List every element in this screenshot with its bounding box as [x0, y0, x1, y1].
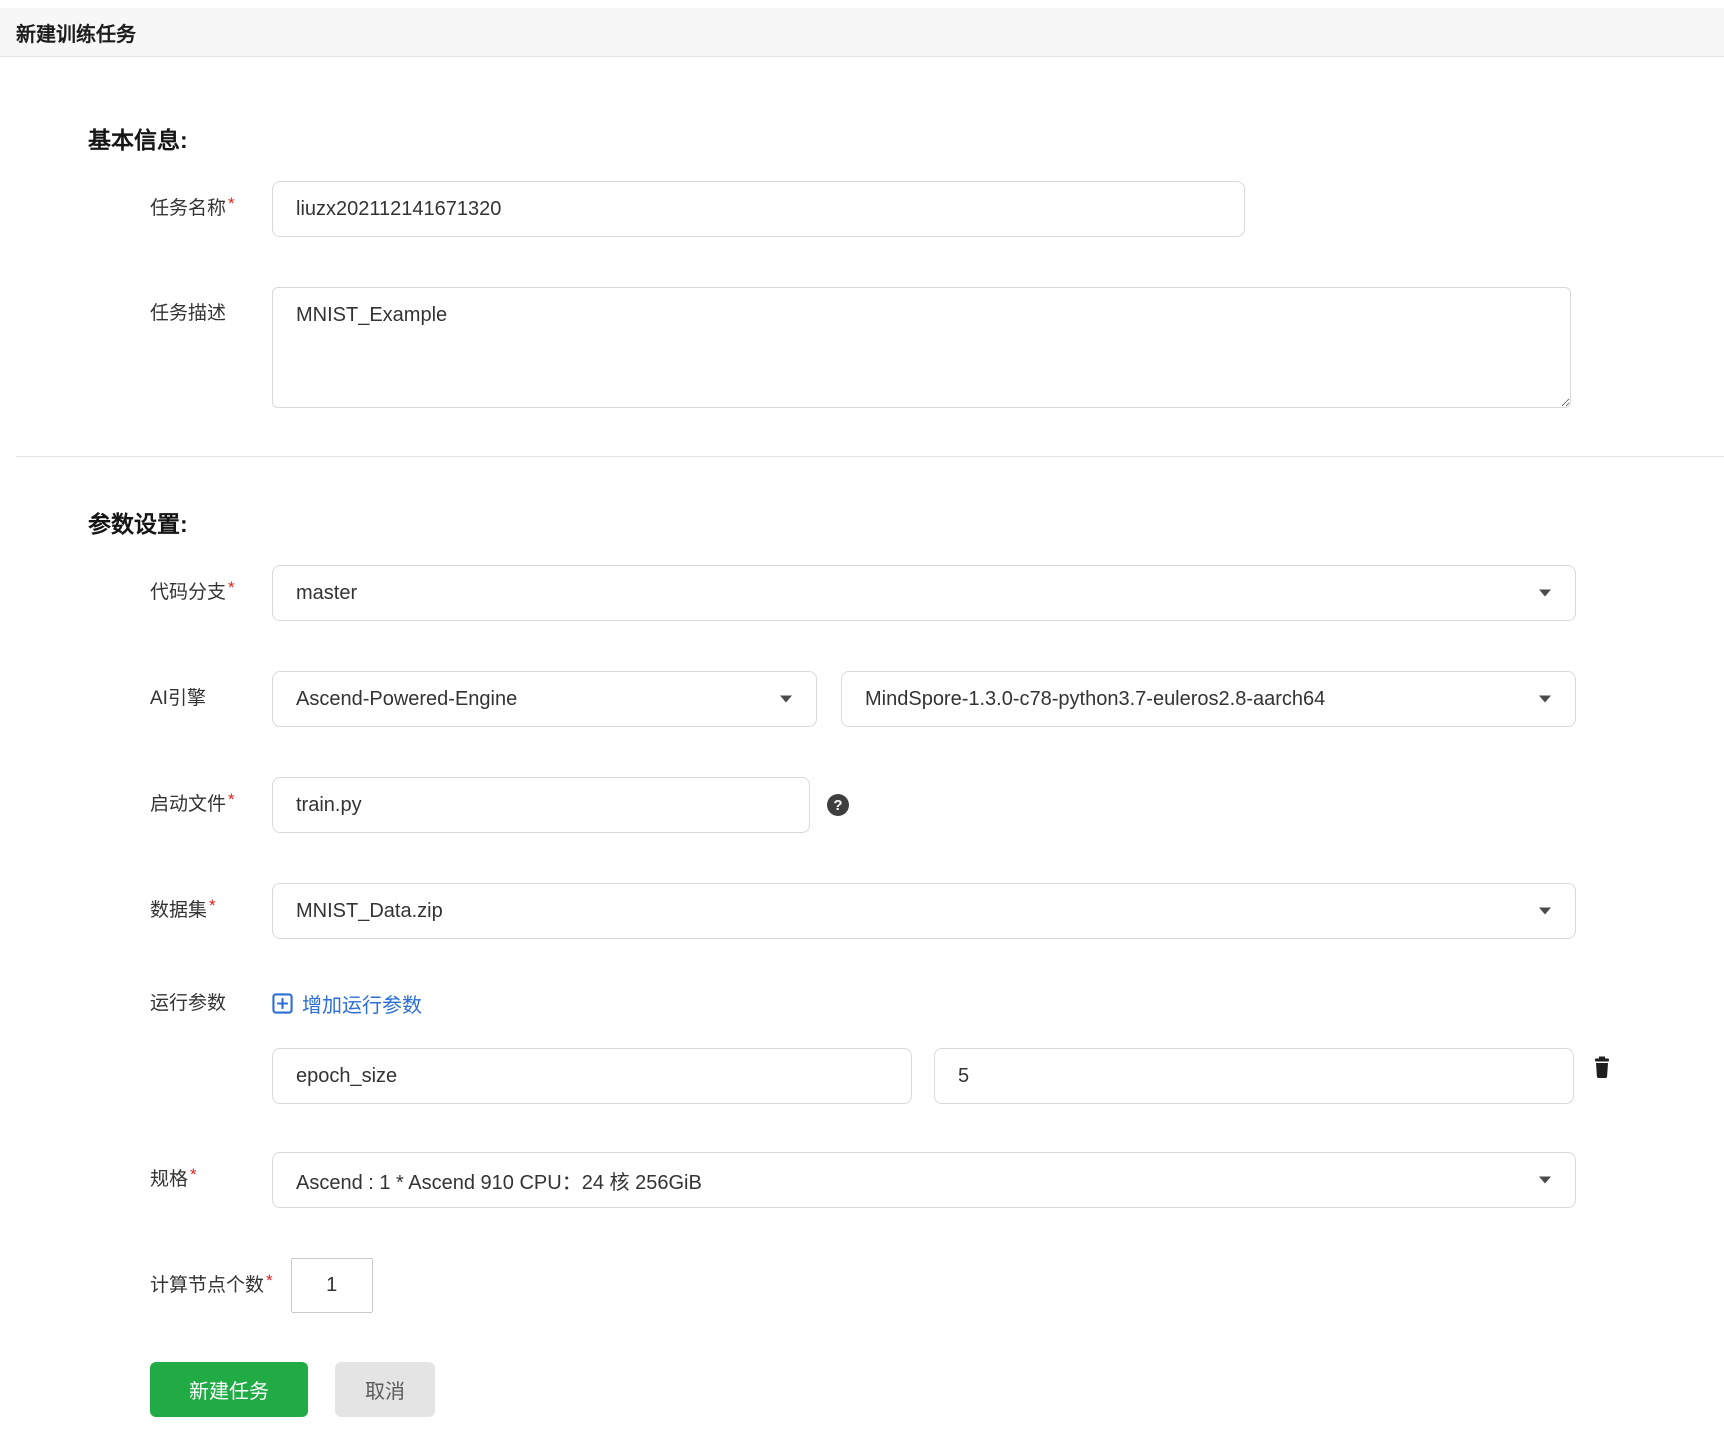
- spec-value: Ascend : 1 * Ascend 910 CPU：24 核 256GiB: [296, 1171, 702, 1194]
- trash-icon: [1595, 1056, 1609, 1078]
- task-name-label: 任务名称 *: [150, 194, 235, 220]
- section-title-basic: 基本信息:: [88, 127, 188, 153]
- dataset-select[interactable]: MNIST_Data.zip: [272, 883, 1576, 939]
- task-name-input[interactable]: [272, 181, 1245, 237]
- form-actions: 新建任务 取消: [150, 1362, 1724, 1417]
- create-task-button[interactable]: 新建任务: [150, 1362, 308, 1417]
- engine-version-select[interactable]: MindSpore-1.3.0-c78-python3.7-euleros2.8…: [841, 671, 1576, 727]
- run-args-label: 运行参数: [150, 992, 227, 1014]
- cancel-button[interactable]: 取消: [335, 1362, 435, 1417]
- required-asterisk: *: [228, 578, 235, 598]
- dataset-label: 数据集 *: [150, 896, 216, 922]
- task-desc-textarea[interactable]: MNIST_Example: [272, 287, 1571, 408]
- chevron-down-icon: [1539, 589, 1551, 597]
- help-icon[interactable]: ?: [827, 794, 849, 816]
- required-asterisk: *: [228, 790, 235, 810]
- code-branch-select[interactable]: master: [272, 565, 1576, 621]
- run-arg-value-input[interactable]: [934, 1048, 1574, 1104]
- ai-engine-value: Ascend-Powered-Engine: [296, 687, 518, 710]
- boot-file-row: 启动文件* ?: [150, 777, 1724, 833]
- page-title: 新建训练任务: [16, 23, 136, 46]
- dataset-value: MNIST_Data.zip: [296, 899, 443, 922]
- run-args-row: 运行参数 增加运行参数: [150, 989, 1724, 1018]
- task-desc-row: 任务描述 MNIST_Example: [150, 287, 1724, 408]
- engine-version-value: MindSpore-1.3.0-c78-python3.7-euleros2.8…: [865, 687, 1326, 710]
- boot-file-label: 启动文件 *: [150, 790, 235, 816]
- section-title-params: 参数设置:: [88, 511, 188, 537]
- node-count-label: 计算节点个数 *: [150, 1270, 273, 1296]
- code-branch-value: master: [296, 581, 358, 604]
- node-count-input[interactable]: [290, 1258, 373, 1313]
- run-arg-key-input[interactable]: [272, 1048, 912, 1104]
- spec-label: 规格 *: [150, 1165, 197, 1191]
- chevron-down-icon: [780, 695, 792, 703]
- code-branch-label: 代码分支 *: [150, 578, 235, 604]
- add-run-arg-button[interactable]: 增加运行参数: [272, 989, 422, 1018]
- boot-file-input[interactable]: [272, 777, 810, 833]
- add-run-arg-label: 增加运行参数: [302, 995, 422, 1017]
- required-asterisk: *: [228, 194, 235, 214]
- code-branch-row: 代码分支 * master: [150, 565, 1724, 621]
- dataset-row: 数据集 * MNIST_Data.zip: [150, 883, 1724, 939]
- task-name-row: 任务名称 *: [150, 181, 1724, 237]
- chevron-down-icon: [1539, 907, 1551, 915]
- chevron-down-icon: [1539, 1176, 1551, 1184]
- required-asterisk: *: [190, 1165, 197, 1185]
- plus-square-icon: [272, 993, 293, 1014]
- required-asterisk: *: [266, 1270, 273, 1290]
- ai-engine-label: AI引擎: [150, 688, 206, 710]
- delete-run-arg-button[interactable]: [1592, 1056, 1612, 1079]
- run-arg-item: [272, 1048, 1724, 1104]
- chevron-down-icon: [1539, 695, 1551, 703]
- ai-engine-select[interactable]: Ascend-Powered-Engine: [272, 671, 817, 727]
- required-asterisk: *: [209, 896, 216, 916]
- task-desc-label: 任务描述: [150, 303, 227, 324]
- ai-engine-row: AI引擎 Ascend-Powered-Engine MindSpore-1.3…: [150, 671, 1724, 727]
- top-gap: [0, 0, 1724, 8]
- page-header: 新建训练任务: [0, 8, 1724, 57]
- spec-select[interactable]: Ascend : 1 * Ascend 910 CPU：24 核 256GiB: [272, 1152, 1576, 1208]
- node-count-row: 计算节点个数 *: [150, 1258, 1724, 1313]
- spec-row: 规格 * Ascend : 1 * Ascend 910 CPU：24 核 256…: [150, 1152, 1724, 1208]
